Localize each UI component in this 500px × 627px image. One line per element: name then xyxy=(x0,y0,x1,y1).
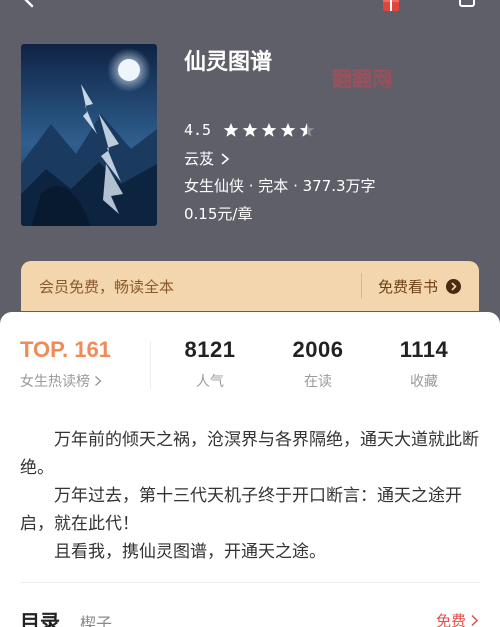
toc-first-chapter[interactable]: 楔子 xyxy=(80,610,112,627)
collect-label: 收藏 xyxy=(410,374,438,390)
arrow-circle-icon xyxy=(446,279,462,294)
chevron-right-icon xyxy=(471,614,479,627)
rank-label: 女生热读榜 xyxy=(20,374,90,390)
reading-value: 2006 xyxy=(292,337,344,362)
rank-stat[interactable]: TOP. 161 女生热读榜 xyxy=(20,337,111,391)
toc-title[interactable]: 目录 xyxy=(20,606,60,627)
back-arrow-icon[interactable] xyxy=(18,0,40,8)
collect-stat: 1114 收藏 xyxy=(394,337,454,391)
rating-stars xyxy=(223,122,315,138)
share-icon[interactable] xyxy=(458,0,476,8)
reading-label: 在读 xyxy=(304,374,332,390)
chevron-right-icon xyxy=(95,375,102,387)
stat-divider xyxy=(150,341,151,389)
free-read-button[interactable]: 免费看书 xyxy=(378,276,462,297)
rating-value: 4.5 xyxy=(184,121,212,139)
toc-free-link[interactable]: 免费 xyxy=(436,610,479,627)
vip-divider xyxy=(361,273,362,299)
svg-text:翻翻网: 翻翻网 xyxy=(332,68,392,90)
section-divider xyxy=(20,582,480,583)
description-paragraph: 且看我，携仙灵图谱，开通天之途。 xyxy=(54,542,326,562)
gift-icon[interactable] xyxy=(382,0,400,12)
star-full-icon xyxy=(280,123,296,137)
vip-banner[interactable]: 会员免费，畅读全本 免费看书 xyxy=(21,261,479,311)
popularity-stat: 8121 人气 xyxy=(180,337,240,391)
author-link[interactable]: 云芨 xyxy=(184,148,230,169)
vip-text: 会员免费，畅读全本 xyxy=(39,278,175,296)
book-description[interactable]: 万年前的倾天之祸，沧溟界与各界隔绝，通天大道就此断绝。 万年过去，第十三代天机子… xyxy=(20,426,482,566)
reading-stat: 2006 在读 xyxy=(288,337,348,391)
toc-free-label: 免费 xyxy=(436,612,467,627)
rank-list-link[interactable]: 女生热读榜 xyxy=(20,371,111,391)
watermark-logo: 翻翻网 xyxy=(332,68,392,90)
collect-value: 1114 xyxy=(399,337,449,362)
book-price: 0.15元/章 xyxy=(184,205,253,223)
popularity-label: 人气 xyxy=(196,374,224,390)
chevron-right-icon xyxy=(221,152,230,165)
free-read-label: 免费看书 xyxy=(378,278,439,296)
book-cover[interactable] xyxy=(21,44,157,226)
star-full-icon xyxy=(242,123,258,137)
rank-value: TOP. 161 xyxy=(20,337,111,362)
cover-artwork xyxy=(21,44,157,226)
star-full-icon xyxy=(223,123,239,137)
author-name: 云芨 xyxy=(184,150,215,168)
book-meta: 女生仙侠 · 完本 · 377.3万字 xyxy=(184,177,376,195)
rating-row: 4.5 xyxy=(184,120,315,140)
star-full-icon xyxy=(261,123,277,137)
description-paragraph: 万年过去，第十三代天机子终于开口断言：通天之途开启，就在此代！ xyxy=(20,486,462,534)
description-paragraph: 万年前的倾天之祸，沧溟界与各界隔绝，通天大道就此断绝。 xyxy=(20,430,479,478)
popularity-value: 8121 xyxy=(184,337,236,362)
star-half-icon xyxy=(299,123,315,137)
book-title: 仙灵图谱 xyxy=(184,50,273,75)
